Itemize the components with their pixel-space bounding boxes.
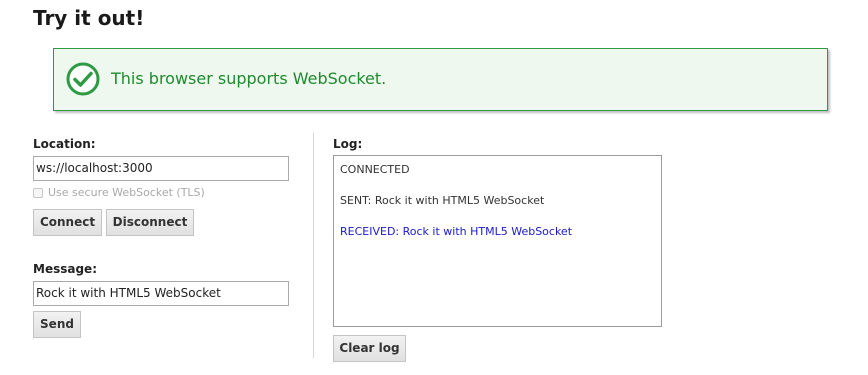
check-circle-icon xyxy=(66,62,100,96)
log-label: Log: xyxy=(333,137,363,151)
message-label: Message: xyxy=(33,262,97,276)
connect-button[interactable]: Connect xyxy=(33,209,102,236)
tls-option[interactable]: Use secure WebSocket (TLS) xyxy=(33,186,205,199)
log-entry: CONNECTED xyxy=(340,163,410,176)
location-label: Location: xyxy=(33,137,96,151)
send-button[interactable]: Send xyxy=(33,311,81,338)
clear-log-button[interactable]: Clear log xyxy=(333,335,406,362)
column-divider xyxy=(313,133,314,358)
log-entry-received: RECEIVED: Rock it with HTML5 WebSocket xyxy=(340,225,573,238)
message-input[interactable]: Rock it with HTML5 WebSocket xyxy=(33,281,289,306)
support-message: This browser supports WebSocket. xyxy=(111,69,387,88)
tls-label: Use secure WebSocket (TLS) xyxy=(48,186,205,199)
support-notice: This browser supports WebSocket. xyxy=(53,48,828,111)
log-entry: SENT: Rock it with HTML5 WebSocket xyxy=(340,194,545,207)
websocket-demo-page: Try it out! This browser supports WebSoc… xyxy=(0,0,868,375)
disconnect-button[interactable]: Disconnect xyxy=(106,209,194,236)
log-output[interactable]: CONNECTED SENT: Rock it with HTML5 WebSo… xyxy=(333,155,662,327)
page-title: Try it out! xyxy=(33,6,145,30)
tls-checkbox[interactable] xyxy=(33,187,43,198)
location-input[interactable]: ws://localhost:3000 xyxy=(33,156,289,181)
